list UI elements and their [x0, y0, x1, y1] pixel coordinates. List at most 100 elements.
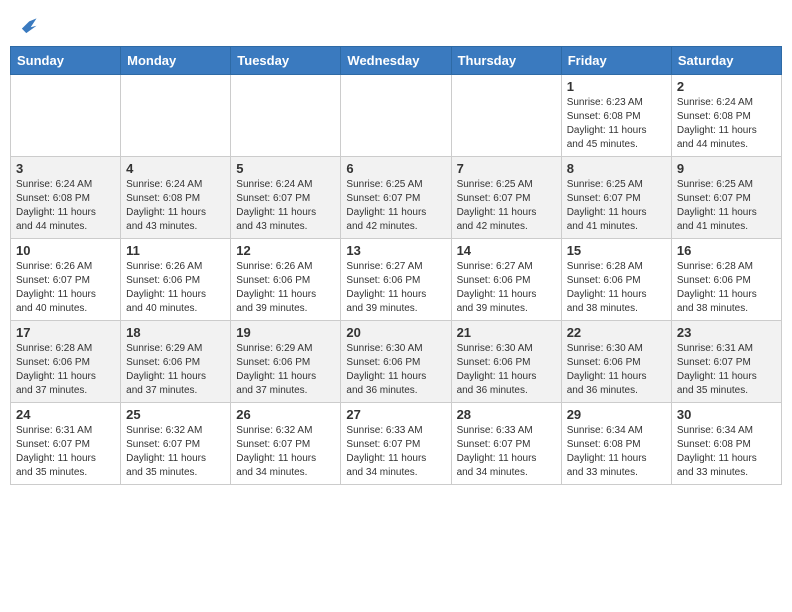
calendar-cell: 26 Sunrise: 6:32 AM Sunset: 6:07 PM Dayli…: [231, 403, 341, 485]
day-number: 16: [677, 243, 776, 258]
calendar-cell: 11 Sunrise: 6:26 AM Sunset: 6:06 PM Dayli…: [121, 239, 231, 321]
day-number: 15: [567, 243, 666, 258]
calendar-cell: 18 Sunrise: 6:29 AM Sunset: 6:06 PM Dayli…: [121, 321, 231, 403]
calendar-table: SundayMondayTuesdayWednesdayThursdayFrid…: [10, 46, 782, 485]
day-info: Sunrise: 6:31 AM Sunset: 6:07 PM Dayligh…: [16, 424, 115, 480]
weekday-header-sunday: Sunday: [11, 47, 121, 75]
day-info: Sunrise: 6:24 AM Sunset: 6:08 PM Dayligh…: [16, 178, 115, 234]
day-info: Sunrise: 6:33 AM Sunset: 6:07 PM Dayligh…: [346, 424, 445, 480]
day-info: Sunrise: 6:27 AM Sunset: 6:06 PM Dayligh…: [457, 260, 556, 316]
day-number: 30: [677, 407, 776, 422]
day-info: Sunrise: 6:24 AM Sunset: 6:07 PM Dayligh…: [236, 178, 335, 234]
calendar-cell: 10 Sunrise: 6:26 AM Sunset: 6:07 PM Dayli…: [11, 239, 121, 321]
calendar-cell: 17 Sunrise: 6:28 AM Sunset: 6:06 PM Dayli…: [11, 321, 121, 403]
day-number: 20: [346, 325, 445, 340]
day-info: Sunrise: 6:29 AM Sunset: 6:06 PM Dayligh…: [236, 342, 335, 398]
calendar-cell: 3 Sunrise: 6:24 AM Sunset: 6:08 PM Daylig…: [11, 157, 121, 239]
calendar-cell: 5 Sunrise: 6:24 AM Sunset: 6:07 PM Daylig…: [231, 157, 341, 239]
calendar-cell: 21 Sunrise: 6:30 AM Sunset: 6:06 PM Dayli…: [451, 321, 561, 403]
day-number: 21: [457, 325, 556, 340]
day-info: Sunrise: 6:28 AM Sunset: 6:06 PM Dayligh…: [16, 342, 115, 398]
day-info: Sunrise: 6:30 AM Sunset: 6:06 PM Dayligh…: [346, 342, 445, 398]
calendar-cell: 2 Sunrise: 6:24 AM Sunset: 6:08 PM Daylig…: [671, 75, 781, 157]
calendar-cell: 4 Sunrise: 6:24 AM Sunset: 6:08 PM Daylig…: [121, 157, 231, 239]
day-number: 13: [346, 243, 445, 258]
calendar-cell: 24Sunrise: 6:31 AM Sunset: 6:07 PM Dayli…: [11, 403, 121, 485]
day-number: 25: [126, 407, 225, 422]
day-number: 8: [567, 161, 666, 176]
calendar-cell: [231, 75, 341, 157]
day-info: Sunrise: 6:30 AM Sunset: 6:06 PM Dayligh…: [567, 342, 666, 398]
day-info: Sunrise: 6:26 AM Sunset: 6:07 PM Dayligh…: [16, 260, 115, 316]
calendar-week-row: 24Sunrise: 6:31 AM Sunset: 6:07 PM Dayli…: [11, 403, 782, 485]
day-number: 22: [567, 325, 666, 340]
day-info: Sunrise: 6:30 AM Sunset: 6:06 PM Dayligh…: [457, 342, 556, 398]
weekday-header-saturday: Saturday: [671, 47, 781, 75]
calendar-cell: 12Sunrise: 6:26 AM Sunset: 6:06 PM Dayli…: [231, 239, 341, 321]
day-info: Sunrise: 6:34 AM Sunset: 6:08 PM Dayligh…: [677, 424, 776, 480]
calendar-week-row: 10 Sunrise: 6:26 AM Sunset: 6:07 PM Dayli…: [11, 239, 782, 321]
weekday-header-tuesday: Tuesday: [231, 47, 341, 75]
day-number: 5: [236, 161, 335, 176]
day-number: 18: [126, 325, 225, 340]
calendar-cell: 7 Sunrise: 6:25 AM Sunset: 6:07 PM Daylig…: [451, 157, 561, 239]
calendar-cell: 9 Sunrise: 6:25 AM Sunset: 6:07 PM Daylig…: [671, 157, 781, 239]
calendar-week-row: 3 Sunrise: 6:24 AM Sunset: 6:08 PM Daylig…: [11, 157, 782, 239]
calendar-header-row: SundayMondayTuesdayWednesdayThursdayFrid…: [11, 47, 782, 75]
day-info: Sunrise: 6:24 AM Sunset: 6:08 PM Dayligh…: [126, 178, 225, 234]
day-info: Sunrise: 6:25 AM Sunset: 6:07 PM Dayligh…: [457, 178, 556, 234]
calendar-cell: 19 Sunrise: 6:29 AM Sunset: 6:06 PM Dayli…: [231, 321, 341, 403]
day-info: Sunrise: 6:27 AM Sunset: 6:06 PM Dayligh…: [346, 260, 445, 316]
day-number: 19: [236, 325, 335, 340]
day-number: 29: [567, 407, 666, 422]
calendar-cell: [121, 75, 231, 157]
day-info: Sunrise: 6:33 AM Sunset: 6:07 PM Dayligh…: [457, 424, 556, 480]
calendar-week-row: 1Sunrise: 6:23 AM Sunset: 6:08 PM Daylig…: [11, 75, 782, 157]
day-number: 12: [236, 243, 335, 258]
day-info: Sunrise: 6:32 AM Sunset: 6:07 PM Dayligh…: [236, 424, 335, 480]
calendar-cell: 28 Sunrise: 6:33 AM Sunset: 6:07 PM Dayli…: [451, 403, 561, 485]
day-info: Sunrise: 6:24 AM Sunset: 6:08 PM Dayligh…: [677, 96, 776, 152]
day-number: 3: [16, 161, 115, 176]
day-info: Sunrise: 6:29 AM Sunset: 6:06 PM Dayligh…: [126, 342, 225, 398]
day-number: 1: [567, 79, 666, 94]
day-info: Sunrise: 6:25 AM Sunset: 6:07 PM Dayligh…: [567, 178, 666, 234]
day-number: 14: [457, 243, 556, 258]
day-number: 10: [16, 243, 115, 258]
calendar-cell: 6Sunrise: 6:25 AM Sunset: 6:07 PM Daylig…: [341, 157, 451, 239]
calendar-cell: 23 Sunrise: 6:31 AM Sunset: 6:07 PM Dayli…: [671, 321, 781, 403]
calendar-cell: 1Sunrise: 6:23 AM Sunset: 6:08 PM Daylig…: [561, 75, 671, 157]
day-number: 28: [457, 407, 556, 422]
calendar-week-row: 17 Sunrise: 6:28 AM Sunset: 6:06 PM Dayli…: [11, 321, 782, 403]
calendar-cell: [341, 75, 451, 157]
day-number: 11: [126, 243, 225, 258]
day-number: 7: [457, 161, 556, 176]
day-info: Sunrise: 6:34 AM Sunset: 6:08 PM Dayligh…: [567, 424, 666, 480]
calendar-cell: 25Sunrise: 6:32 AM Sunset: 6:07 PM Dayli…: [121, 403, 231, 485]
calendar-cell: 14 Sunrise: 6:27 AM Sunset: 6:06 PM Dayli…: [451, 239, 561, 321]
day-number: 6: [346, 161, 445, 176]
calendar-cell: 15 Sunrise: 6:28 AM Sunset: 6:06 PM Dayli…: [561, 239, 671, 321]
day-number: 23: [677, 325, 776, 340]
calendar-cell: [451, 75, 561, 157]
day-info: Sunrise: 6:28 AM Sunset: 6:06 PM Dayligh…: [567, 260, 666, 316]
calendar-cell: 13 Sunrise: 6:27 AM Sunset: 6:06 PM Dayli…: [341, 239, 451, 321]
calendar-cell: 8 Sunrise: 6:25 AM Sunset: 6:07 PM Daylig…: [561, 157, 671, 239]
page-header: [10, 10, 782, 36]
day-number: 4: [126, 161, 225, 176]
logo-bird-icon: [16, 14, 38, 36]
calendar-cell: 30 Sunrise: 6:34 AM Sunset: 6:08 PM Dayli…: [671, 403, 781, 485]
day-info: Sunrise: 6:28 AM Sunset: 6:06 PM Dayligh…: [677, 260, 776, 316]
calendar-cell: 22 Sunrise: 6:30 AM Sunset: 6:06 PM Dayli…: [561, 321, 671, 403]
weekday-header-wednesday: Wednesday: [341, 47, 451, 75]
weekday-header-monday: Monday: [121, 47, 231, 75]
day-number: 27: [346, 407, 445, 422]
day-number: 9: [677, 161, 776, 176]
day-number: 17: [16, 325, 115, 340]
day-info: Sunrise: 6:25 AM Sunset: 6:07 PM Dayligh…: [677, 178, 776, 234]
day-number: 2: [677, 79, 776, 94]
day-info: Sunrise: 6:26 AM Sunset: 6:06 PM Dayligh…: [126, 260, 225, 316]
day-number: 26: [236, 407, 335, 422]
day-info: Sunrise: 6:31 AM Sunset: 6:07 PM Dayligh…: [677, 342, 776, 398]
calendar-cell: 16 Sunrise: 6:28 AM Sunset: 6:06 PM Dayli…: [671, 239, 781, 321]
